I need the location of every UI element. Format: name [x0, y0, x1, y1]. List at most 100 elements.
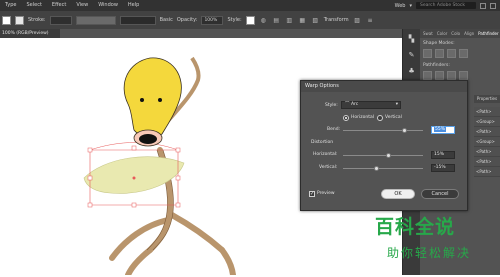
warp-style-value: Arc	[350, 102, 359, 107]
bellsprout-mouth	[139, 134, 157, 144]
warp-style-select[interactable]: ⌒ Arc ▾	[341, 101, 401, 109]
chevron-down-icon: ▾	[395, 102, 398, 107]
menu-type[interactable]: Type	[0, 0, 21, 11]
layer-item[interactable]: <Path>	[474, 157, 500, 167]
selection-handle[interactable]	[131, 202, 137, 208]
horizontal-distortion-knob[interactable]	[386, 153, 391, 158]
unite-button[interactable]	[423, 49, 432, 58]
tab-color[interactable]: Color	[437, 31, 447, 36]
opacity-field[interactable]: 100%	[201, 15, 224, 25]
trim-button[interactable]	[435, 71, 444, 80]
distribute-icon[interactable]: ▥	[285, 16, 294, 25]
tab-properties[interactable]: Properties	[474, 95, 500, 103]
minus-front-button[interactable]	[435, 49, 444, 58]
menu-help[interactable]: Help	[123, 0, 144, 11]
bellsprout-eye-left	[140, 98, 144, 102]
menubar-right: Web ▾ Search Adobe Stock	[395, 2, 500, 9]
stock-search-input[interactable]: Search Adobe Stock	[416, 2, 476, 9]
menu-window[interactable]: Window	[93, 0, 123, 11]
layers-list: <Path> <Group> <Path> <Group> <Path> <Pa…	[474, 107, 500, 177]
recolor-icon[interactable]: ◍	[259, 16, 268, 25]
transform-button[interactable]: Transform	[324, 17, 349, 23]
divide-button[interactable]	[423, 71, 432, 80]
document-tab-bar: 100% (RGB/Preview)	[0, 29, 402, 38]
selection-handle[interactable]	[87, 202, 93, 208]
document-tab[interactable]: 100% (RGB/Preview)	[0, 29, 60, 38]
tab-align[interactable]: Align	[464, 31, 474, 36]
selection-center-point	[132, 176, 136, 180]
selection-handle[interactable]	[131, 145, 137, 151]
selection-handle[interactable]	[87, 175, 93, 181]
vertical-distortion-field[interactable]: -15%	[431, 164, 455, 172]
layer-item[interactable]: <Path>	[474, 147, 500, 157]
symbols-icon[interactable]: ♣	[406, 65, 418, 77]
vertical-distortion-track[interactable]	[343, 168, 423, 169]
vertical-radio-label[interactable]: Vertical	[385, 115, 402, 120]
preview-label[interactable]: Preview	[317, 191, 335, 196]
bellsprout-eye-right	[158, 98, 162, 102]
selection-handle[interactable]	[87, 147, 93, 153]
stroke-label: Stroke:	[28, 17, 46, 23]
more-icon[interactable]: ≡	[366, 16, 375, 25]
dialog-title: Warp Options	[301, 81, 467, 92]
isolate-icon[interactable]: ▨	[353, 16, 362, 25]
bend-value: 55%	[434, 127, 447, 132]
stroke-swatch[interactable]	[15, 15, 24, 25]
window-maximize-icon[interactable]	[490, 2, 496, 9]
bend-value-field[interactable]: 55%	[431, 126, 455, 134]
stroke-weight-field[interactable]	[49, 15, 72, 25]
panel-tabs: Swat Color Colo Align Pathfinder	[420, 29, 500, 38]
shape-icon[interactable]: ▦	[298, 16, 307, 25]
layer-item[interactable]: <Path>	[474, 127, 500, 137]
layer-item[interactable]: <Group>	[474, 137, 500, 147]
layer-item[interactable]: <Path>	[474, 167, 500, 177]
watermark-subtitle: 助你轻松解决	[387, 246, 472, 260]
brush-style-value[interactable]: Basic	[160, 17, 173, 23]
horizontal-radio[interactable]	[343, 115, 349, 121]
workspace-switcher[interactable]: Web	[395, 3, 406, 9]
merge-button[interactable]	[447, 71, 456, 80]
horizontal-distortion-track[interactable]	[343, 155, 423, 156]
vertical-distortion-label: Vertical:	[319, 165, 338, 170]
brush-field[interactable]	[119, 15, 156, 25]
style-label: Style:	[227, 17, 242, 23]
preview-checkbox[interactable]: ✓	[309, 191, 315, 197]
bellsprout-head[interactable]	[123, 57, 182, 138]
vertical-radio[interactable]	[377, 115, 383, 121]
pathfinders-label: Pathfinders:	[423, 63, 450, 68]
chevron-down-icon[interactable]: ▾	[409, 3, 412, 9]
tab-swatches[interactable]: Swat	[423, 31, 433, 36]
control-bar: Stroke: Basic Opacity: 100% Style: ◍ ▤ ▥…	[0, 11, 500, 29]
window-minimize-icon[interactable]	[480, 2, 486, 9]
layers-icon[interactable]: ▚	[406, 33, 418, 45]
layer-item[interactable]: <Group>	[474, 117, 500, 127]
intersect-button[interactable]	[447, 49, 456, 58]
fill-swatch[interactable]	[2, 15, 11, 25]
ok-button[interactable]: OK	[381, 189, 415, 199]
bend-slider-track[interactable]	[343, 130, 423, 131]
tab-color-guide[interactable]: Colo	[451, 31, 460, 36]
menu-select[interactable]: Select	[21, 0, 46, 11]
selection-handle[interactable]	[175, 202, 181, 208]
bend-slider-knob[interactable]	[402, 128, 407, 133]
vertical-distortion-knob[interactable]	[374, 166, 379, 171]
layer-item[interactable]: <Path>	[474, 107, 500, 117]
tab-pathfinder[interactable]: Pathfinder	[478, 31, 499, 36]
selection-handle[interactable]	[175, 175, 181, 181]
exclude-button[interactable]	[459, 49, 468, 58]
grid-icon[interactable]: ▧	[311, 16, 320, 25]
align-icon[interactable]: ▤	[272, 16, 281, 25]
watermark-title: 百科全说	[375, 216, 456, 238]
menu-view[interactable]: View	[71, 0, 93, 11]
paint-brush-icon[interactable]: ✎	[406, 49, 418, 61]
graphic-style-swatch[interactable]	[245, 15, 255, 25]
crop-button[interactable]	[459, 71, 468, 80]
menu-effect[interactable]: Effect	[47, 0, 71, 11]
horizontal-distortion-field[interactable]: 15%	[431, 151, 455, 159]
opacity-label: Opacity:	[176, 17, 198, 23]
arc-icon: ⌒	[345, 102, 350, 107]
variable-width-field[interactable]	[75, 15, 116, 25]
horizontal-radio-label[interactable]: Horizontal	[351, 115, 374, 120]
cancel-button[interactable]: Cancel	[421, 189, 459, 199]
selection-handle[interactable]	[175, 147, 181, 153]
